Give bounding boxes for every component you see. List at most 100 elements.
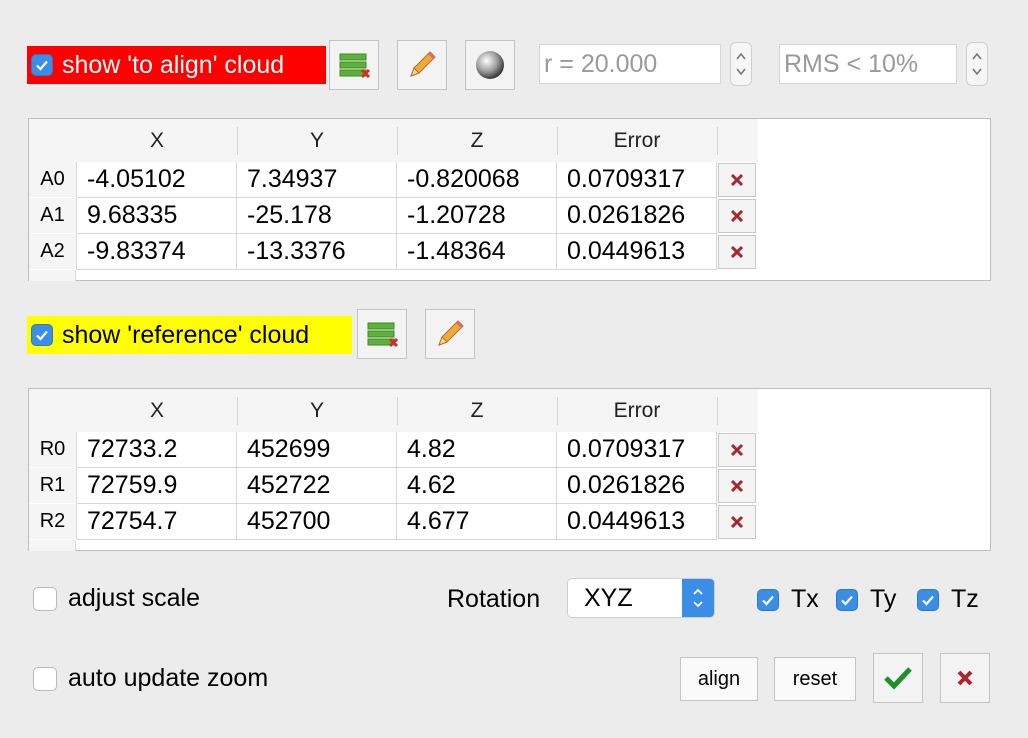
table-cell-error[interactable]: 0.0261826 [557, 198, 717, 234]
column-header-z[interactable]: Z [397, 119, 557, 162]
rotation-select[interactable]: XYZ [567, 578, 715, 618]
delete-row-button[interactable] [718, 433, 756, 467]
table-cell-error[interactable]: 0.0449613 [557, 504, 717, 540]
auto-update-zoom-label: auto update zoom [68, 664, 269, 692]
reference-cloud-toggle[interactable]: show 'reference' cloud [27, 316, 352, 354]
table-cell-z[interactable]: 4.82 [397, 432, 557, 468]
row-header-filler [29, 540, 76, 551]
align-button[interactable]: align [680, 657, 758, 701]
align-cloud-layers-button[interactable] [329, 40, 379, 90]
red-x-icon [957, 670, 973, 686]
spin-down-icon [736, 68, 746, 76]
column-header-y[interactable]: Y [237, 389, 397, 432]
radius-value: r = 20.000 [544, 49, 658, 78]
ty-option[interactable]: Ty [836, 587, 896, 612]
red-x-icon [730, 515, 744, 529]
table-cell-y[interactable]: 452700 [237, 504, 397, 540]
row-header[interactable]: R0 [29, 432, 77, 468]
auto-update-zoom-option[interactable]: auto update zoom [33, 666, 268, 691]
table-cell-x[interactable]: -9.83374 [77, 234, 237, 270]
table-cell-z[interactable]: -0.820068 [397, 162, 557, 198]
table-cell-error[interactable]: 0.0709317 [557, 162, 717, 198]
red-x-icon [730, 443, 744, 457]
table-cell-z[interactable]: 4.62 [397, 468, 557, 504]
layers-delete-icon [339, 53, 371, 79]
table-cell-x[interactable]: 9.68335 [77, 198, 237, 234]
table-cell-y[interactable]: 452722 [237, 468, 397, 504]
tz-label: Tz [951, 585, 979, 613]
rms-value: RMS < 10% [784, 49, 919, 78]
delete-row-button[interactable] [718, 235, 756, 269]
table-cell-y[interactable]: -13.3376 [237, 234, 397, 270]
table-cell-x[interactable]: 72759.9 [77, 468, 237, 504]
ty-label: Ty [870, 585, 897, 613]
align-cloud-toggle[interactable]: show 'to align' cloud [27, 46, 326, 84]
row-header[interactable]: A0 [29, 162, 77, 198]
tz-checkbox[interactable] [917, 588, 939, 611]
table-header: X Y Z Error [29, 389, 758, 432]
row-header[interactable]: A2 [29, 234, 77, 270]
spin-up-icon [736, 52, 746, 60]
reference-cloud-checkbox[interactable] [31, 324, 53, 346]
row-header[interactable]: A1 [29, 198, 77, 234]
table-cell-x[interactable]: -4.05102 [77, 162, 237, 198]
table-cell-z[interactable]: -1.20728 [397, 198, 557, 234]
spin-up-icon [972, 52, 982, 60]
column-header-x[interactable]: X [77, 389, 237, 432]
column-header-x[interactable]: X [77, 119, 237, 162]
adjust-scale-checkbox[interactable] [33, 586, 57, 611]
tx-option[interactable]: Tx [757, 587, 819, 612]
reference-cloud-layers-button[interactable] [357, 309, 407, 359]
table-cell-y[interactable]: 452699 [237, 432, 397, 468]
red-x-icon [730, 479, 744, 493]
spin-down-icon [972, 68, 982, 76]
reference-points-table: X Y Z Error R0 72733.2 452699 4.82 0.070… [28, 388, 991, 551]
column-header-y[interactable]: Y [237, 119, 397, 162]
rms-field[interactable]: RMS < 10% [779, 44, 957, 84]
table-cell-x[interactable]: 72733.2 [77, 432, 237, 468]
layers-delete-icon [367, 322, 399, 348]
ty-checkbox[interactable] [836, 588, 858, 611]
align-cloud-label: show 'to align' cloud [62, 50, 285, 79]
row-header[interactable]: R1 [29, 468, 77, 504]
red-x-icon [730, 209, 744, 223]
row-header[interactable]: R2 [29, 504, 77, 540]
chevron-updown-icon [682, 579, 714, 617]
adjust-scale-option[interactable]: adjust scale [33, 586, 200, 611]
pencil-icon [438, 320, 464, 346]
green-check-icon [884, 667, 912, 690]
tx-label: Tx [791, 585, 819, 613]
align-cloud-edit-button[interactable] [397, 40, 447, 90]
column-header-error[interactable]: Error [557, 389, 717, 432]
table-cell-error[interactable]: 0.0261826 [557, 468, 717, 504]
tz-option[interactable]: Tz [917, 587, 979, 612]
delete-row-button[interactable] [718, 199, 756, 233]
table-cell-z[interactable]: 4.677 [397, 504, 557, 540]
table-cell-z[interactable]: -1.48364 [397, 234, 557, 270]
reference-cloud-edit-button[interactable] [425, 309, 475, 359]
column-header-error[interactable]: Error [557, 119, 717, 162]
radius-spinner[interactable] [730, 42, 752, 86]
auto-update-zoom-checkbox[interactable] [33, 666, 57, 691]
rms-spinner[interactable] [966, 42, 988, 86]
delete-row-button[interactable] [718, 163, 756, 197]
rotation-value: XYZ [584, 583, 633, 612]
delete-row-button[interactable] [718, 469, 756, 503]
row-header-filler [29, 270, 76, 281]
table-cell-y[interactable]: 7.34937 [237, 162, 397, 198]
table-cell-error[interactable]: 0.0449613 [557, 234, 717, 270]
table-cell-error[interactable]: 0.0709317 [557, 432, 717, 468]
tx-checkbox[interactable] [757, 588, 779, 611]
column-header-z[interactable]: Z [397, 389, 557, 432]
radius-field[interactable]: r = 20.000 [539, 44, 721, 84]
reference-cloud-label: show 'reference' cloud [62, 320, 310, 349]
delete-row-button[interactable] [718, 505, 756, 539]
align-cloud-checkbox[interactable] [31, 54, 53, 76]
table-cell-y[interactable]: -25.178 [237, 198, 397, 234]
reset-button[interactable]: reset [774, 657, 856, 701]
table-cell-x[interactable]: 72754.7 [77, 504, 237, 540]
ok-button[interactable] [873, 653, 923, 703]
sphere-button[interactable] [465, 40, 515, 90]
cancel-button[interactable] [940, 653, 990, 703]
red-x-icon [730, 173, 744, 187]
